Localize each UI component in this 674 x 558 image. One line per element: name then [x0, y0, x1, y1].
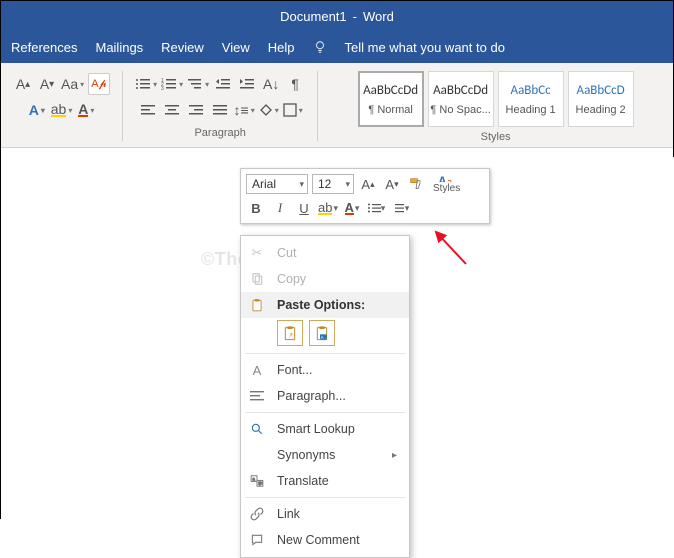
tab-review[interactable]: Review [161, 40, 204, 55]
mini-bullets-button[interactable]: ▾ [366, 198, 386, 218]
menu-paste-header: Paste Options: [241, 292, 409, 318]
font-size-combo[interactable]: 12▾ [312, 174, 354, 194]
lightbulb-icon [313, 40, 327, 54]
ribbon-group-styles: AaBbCcDd ¶ Normal AaBbCcDd ¶ No Spac... … [324, 69, 667, 143]
font-grow-icon[interactable]: A▴ [13, 73, 33, 95]
copy-icon [247, 270, 267, 288]
ribbon-tabs: References Mailings Review View Help Tel… [1, 31, 673, 63]
menu-new-comment[interactable]: New Comment [241, 527, 409, 553]
menu-synonyms[interactable]: Synonyms ▸ [241, 442, 409, 468]
menu-cut: ✂ Cut [241, 240, 409, 266]
style-card-no-spacing[interactable]: AaBbCcDd ¶ No Spac... [428, 71, 494, 127]
tab-help[interactable]: Help [268, 40, 295, 55]
translate-icon: a字 [247, 472, 267, 490]
svg-text:3: 3 [161, 86, 164, 91]
mini-toolbar: Arial▾ 12▾ A▴ A▾ Aa Styles B I U ab▾ A▾ … [240, 168, 490, 224]
bullets-button[interactable]: ▾ [135, 73, 157, 95]
borders-button[interactable]: ▾ [283, 99, 303, 121]
style-card-normal[interactable]: AaBbCcDd ¶ Normal [358, 71, 424, 127]
ribbon-group-paragraph: ▾ 123 ▾ ▾ A↓ ¶ [129, 69, 311, 143]
numbering-button[interactable]: 123 ▾ [161, 73, 183, 95]
font-color-button-mini[interactable]: A▾ [342, 198, 362, 218]
paragraph-dialog-icon [247, 387, 267, 405]
style-card-heading1[interactable]: AaBbCc Heading 1 [498, 71, 564, 127]
tab-mailings[interactable]: Mailings [95, 40, 143, 55]
underline-button[interactable]: U [294, 198, 314, 218]
menu-smart-lookup[interactable]: Smart Lookup [241, 416, 409, 442]
shading-button[interactable]: ▾ [259, 99, 279, 121]
style-card-heading2[interactable]: AaBbCcD Heading 2 [568, 71, 634, 127]
new-comment-icon [247, 531, 267, 549]
document-title: Document1 [280, 9, 346, 24]
align-left-button[interactable] [138, 99, 158, 121]
paste-keep-source-button[interactable] [277, 320, 303, 346]
font-dialog-icon: A [247, 361, 267, 379]
paragraph-group-label: Paragraph [194, 127, 245, 139]
text-highlight-button[interactable]: ab▾ [51, 99, 73, 121]
change-case-button[interactable]: Aa▾ [61, 73, 84, 95]
decrease-indent-button[interactable] [213, 73, 233, 95]
svg-text:字: 字 [258, 480, 262, 486]
ribbon-group-font: A▴ A▾ Aa▾ A𝓹 A▾ ab▾ A▾ [7, 69, 116, 143]
menu-paragraph[interactable]: Paragraph... [241, 383, 409, 409]
increase-indent-button[interactable] [237, 73, 257, 95]
menu-translate[interactable]: a字 Translate [241, 468, 409, 494]
app-name: Word [363, 9, 394, 24]
title-bar: Document1 - Word [1, 1, 673, 31]
clear-formatting-button[interactable]: A𝓹 [88, 73, 110, 95]
grow-font-icon[interactable]: A▴ [358, 174, 378, 194]
align-center-button[interactable] [162, 99, 182, 121]
align-justify-button[interactable] [210, 99, 230, 121]
font-color-button[interactable]: A▾ [76, 99, 96, 121]
cut-icon: ✂ [247, 244, 267, 262]
tab-references[interactable]: References [11, 40, 77, 55]
bold-button[interactable]: B [246, 198, 266, 218]
multilevel-list-button[interactable]: ▾ [187, 73, 209, 95]
menu-link[interactable]: Link [241, 501, 409, 527]
highlight-color-button[interactable]: ab▾ [318, 198, 338, 218]
tab-view[interactable]: View [222, 40, 250, 55]
context-menu: ✂ Cut Copy Paste Options: A A Font... Pa… [240, 235, 410, 558]
smart-lookup-icon [247, 420, 267, 438]
shrink-font-icon[interactable]: A▾ [382, 174, 402, 194]
paste-icon [247, 296, 267, 314]
styles-gallery: AaBbCcDd ¶ Normal AaBbCcDd ¶ No Spac... … [358, 71, 634, 127]
svg-text:a: a [252, 476, 255, 481]
align-right-button[interactable] [186, 99, 206, 121]
format-painter-icon[interactable] [406, 174, 426, 194]
ribbon-body: A▴ A▾ Aa▾ A𝓹 A▾ ab▾ A▾ ▾ 123 ▾ ▾ [1, 63, 673, 148]
svg-text:A: A [438, 174, 447, 182]
menu-font[interactable]: A Font... [241, 357, 409, 383]
styles-group-label: Styles [481, 131, 511, 143]
line-spacing-button[interactable]: ↕≡▾ [234, 99, 255, 121]
link-icon [247, 505, 267, 523]
font-family-combo[interactable]: Arial▾ [246, 174, 308, 194]
mini-numbering-button[interactable]: ▾ [390, 198, 410, 218]
italic-button[interactable]: I [270, 198, 290, 218]
svg-text:a: a [447, 177, 452, 182]
tell-me-search[interactable]: Tell me what you want to do [345, 40, 505, 55]
show-marks-button[interactable]: ¶ [285, 73, 305, 95]
text-effects-button[interactable]: A▾ [27, 99, 47, 121]
paste-text-only-button[interactable]: A [309, 320, 335, 346]
font-shrink-icon[interactable]: A▾ [37, 73, 57, 95]
submenu-caret-icon: ▸ [392, 450, 397, 461]
sort-button[interactable]: A↓ [261, 73, 281, 95]
title-separator: - [353, 9, 357, 24]
menu-copy: Copy [241, 266, 409, 292]
mini-styles-button[interactable]: Aa Styles [430, 174, 463, 194]
